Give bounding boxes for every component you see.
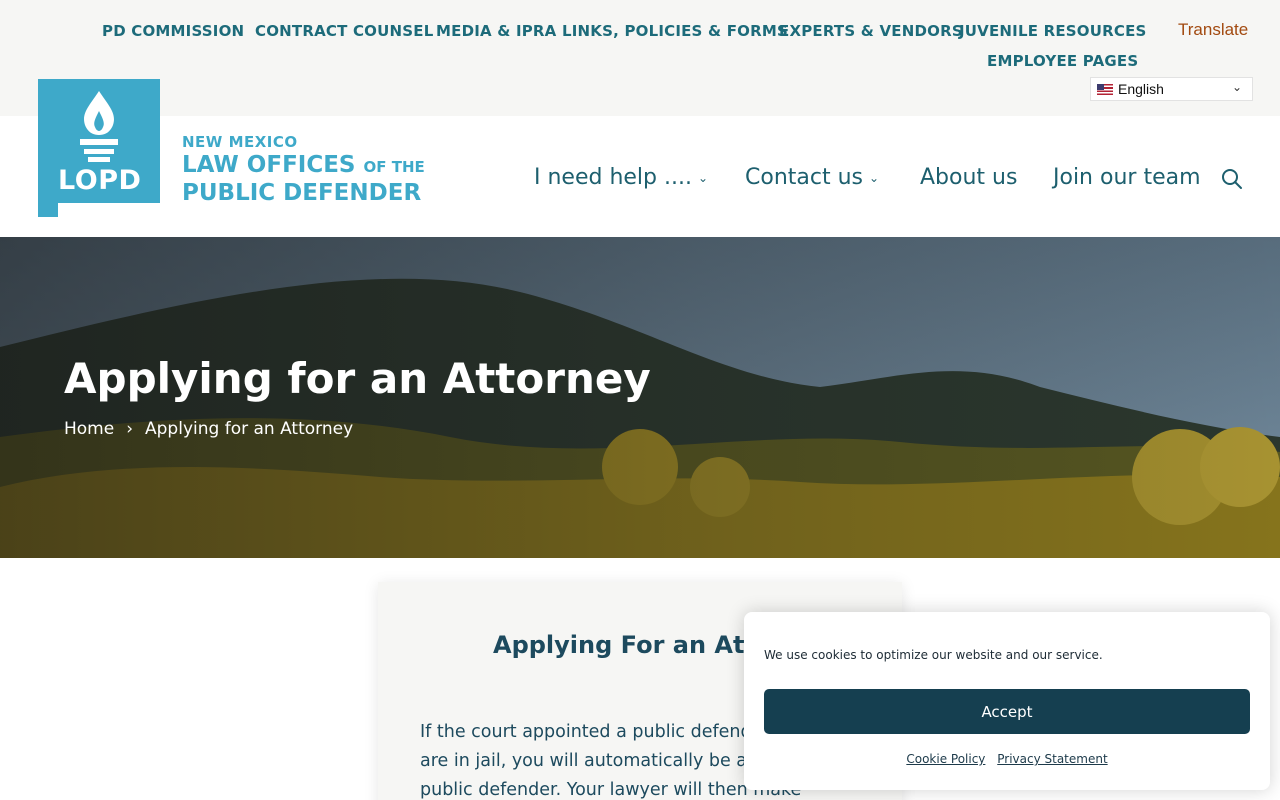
brand-line-1: NEW MEXICO — [182, 133, 298, 151]
breadcrumb-home[interactable]: Home — [64, 419, 114, 439]
chevron-down-icon: ⌄ — [697, 171, 709, 185]
nav-item-i-need-help[interactable]: I need help .... ⌄ — [534, 165, 708, 190]
utility-link-pd-commission[interactable]: PD COMMISSION — [102, 22, 244, 40]
language-select[interactable]: English ⌄ — [1090, 77, 1253, 101]
page-title: Applying for an Attorney — [64, 354, 651, 403]
privacy-statement-link[interactable]: Privacy Statement — [997, 752, 1107, 766]
accept-cookies-button[interactable]: Accept — [764, 689, 1250, 734]
chevron-down-icon: ⌄ — [1231, 80, 1242, 94]
brand-line-3: PUBLIC DEFENDER — [182, 180, 422, 206]
utility-link-juvenile-resources[interactable]: JUVENILE RESOURCES — [959, 22, 1147, 40]
translate-label: Translate — [1178, 20, 1249, 39]
cookie-message: We use cookies to optimize our website a… — [764, 648, 1103, 662]
utility-bar: PD COMMISSION CONTRACT COUNSEL MEDIA & I… — [0, 0, 1280, 116]
brand-line-2-main: LAW OFFICES — [182, 152, 356, 178]
nav-item-label: Contact us — [745, 165, 863, 190]
nav-item-about-us[interactable]: About us — [920, 165, 1017, 190]
logo-wordmark: LOPD — [58, 165, 142, 196]
utility-link-employee-pages[interactable]: EMPLOYEE PAGES — [987, 52, 1138, 70]
utility-link-links-policies-forms[interactable]: LINKS, POLICIES & FORMS — [562, 22, 788, 40]
language-select-value: English — [1118, 81, 1164, 97]
nav-item-contact-us[interactable]: Contact us ⌄ — [745, 165, 879, 190]
breadcrumb-current: Applying for an Attorney — [145, 419, 354, 439]
nav-item-join-our-team[interactable]: Join our team — [1053, 165, 1201, 190]
chevron-down-icon: ⌄ — [869, 171, 880, 185]
lopd-logo-icon — [38, 79, 160, 217]
us-flag-icon — [1097, 83, 1113, 95]
utility-link-contract-counsel[interactable]: CONTRACT COUNSEL — [255, 22, 433, 40]
breadcrumb: Home › Applying for an Attorney — [64, 419, 353, 439]
search-icon[interactable] — [1220, 167, 1244, 191]
breadcrumb-separator: › — [126, 419, 134, 439]
cookie-policy-link[interactable]: Cookie Policy — [906, 752, 985, 766]
cookie-banner: We use cookies to optimize our website a… — [744, 612, 1270, 790]
utility-link-media-ipra[interactable]: MEDIA & IPRA — [436, 22, 556, 40]
cookie-links: Cookie Policy Privacy Statement — [744, 752, 1270, 766]
utility-link-experts-vendors[interactable]: EXPERTS & VENDORS — [779, 22, 963, 40]
brand-line-2-small: OF THE — [363, 158, 425, 176]
brand-line-2: LAW OFFICES OF THE — [182, 152, 425, 180]
brand-name: NEW MEXICO LAW OFFICES OF THE PUBLIC DEF… — [182, 133, 425, 206]
nav-item-label: I need help .... — [534, 165, 692, 190]
